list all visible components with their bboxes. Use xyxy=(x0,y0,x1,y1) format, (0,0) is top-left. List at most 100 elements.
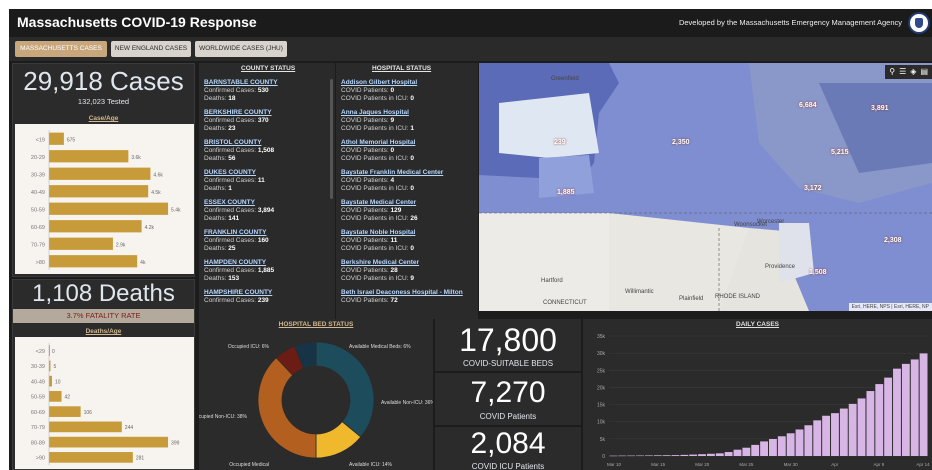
map-region-count[interactable]: 6,684 xyxy=(799,102,817,109)
bar-value-label: 2.9k xyxy=(116,242,126,248)
daily-bar xyxy=(813,420,822,456)
age-bar xyxy=(49,150,129,163)
county-item[interactable]: BRISTOL COUNTY Confirmed Cases: 1,508 Deat… xyxy=(204,139,328,163)
county-name[interactable]: BARNSTABLE COUNTY xyxy=(204,79,328,87)
map-region-count[interactable]: 5,215 xyxy=(831,149,849,156)
hospital-list[interactable]: Addison Gilbert Hospital COVID Patients: … xyxy=(341,79,477,319)
hospital-bed-title: HOSPITAL BED STATUS xyxy=(278,321,354,328)
county-line-2: Deaths: 25 xyxy=(204,245,236,252)
hospital-status-panel: HOSPITAL STATUS Addison Gilbert Hospital… xyxy=(336,63,478,319)
hospital-name[interactable]: Baystate Medical Center xyxy=(341,199,477,207)
hospital-name[interactable]: Beth Israel Deaconess Hospital - Milton xyxy=(341,289,477,297)
y-tick-label: 25k xyxy=(597,368,606,374)
daily-bar xyxy=(777,436,786,456)
hospital-line-1: COVID Patients: 72 xyxy=(341,297,398,304)
hospital-item[interactable]: Baystate Noble Hospital COVID Patients: 1… xyxy=(341,229,477,253)
y-tick-label: 5k xyxy=(600,437,606,443)
hospital-name[interactable]: Baystate Noble Hospital xyxy=(341,229,477,237)
map-place-label: RHODE ISLAND xyxy=(715,294,761,300)
hospital-item[interactable]: Beth Israel Deaconess Hospital - Milton C… xyxy=(341,289,477,305)
hospital-line-1: COVID Patients: 0 xyxy=(341,147,395,154)
donut-label: Available ICU: 14% xyxy=(349,462,393,468)
county-list[interactable]: BARNSTABLE COUNTY Confirmed Cases: 530 Dea… xyxy=(204,79,328,319)
county-name[interactable]: FRANKLIN COUNTY xyxy=(204,229,328,237)
daily-bar xyxy=(769,439,777,456)
daily-bar xyxy=(636,455,644,457)
tab-worldwide-cases[interactable]: WORLDWIDE CASES (JHU) xyxy=(195,41,287,57)
stat-beds-label: COVID-SUITABLE BEDS xyxy=(462,359,554,368)
county-name[interactable]: HAMPDEN COUNTY xyxy=(204,259,328,267)
county-name[interactable]: BERKSHIRE COUNTY xyxy=(204,109,328,117)
bar-value-label: 0 xyxy=(52,349,55,355)
county-item[interactable]: HAMPSHIRE COUNTY Confirmed Cases: 239 xyxy=(204,289,328,305)
bar-value-label: 4.5k xyxy=(151,190,161,196)
tab-massachusetts-cases[interactable]: MASSACHUSETTS CASES xyxy=(15,41,107,57)
bar-value-label: 244 xyxy=(125,425,134,431)
stat-beds-value: 17,800 xyxy=(459,322,557,358)
map-region-count[interactable]: 2,350 xyxy=(672,139,690,146)
hospital-name[interactable]: Anna Jaques Hospital xyxy=(341,109,477,117)
hospital-line-1: COVID Patients: 9 xyxy=(341,117,395,124)
y-tick-label: 20k xyxy=(597,385,606,391)
daily-bar xyxy=(751,444,760,456)
county-item[interactable]: DUKES COUNTY Confirmed Cases: 11 Deaths: 1 xyxy=(204,169,328,193)
county-name[interactable]: BRISTOL COUNTY xyxy=(204,139,328,147)
basemap-icon[interactable]: ▤ xyxy=(920,65,928,79)
map-svg xyxy=(479,63,932,311)
county-item[interactable]: FRANKLIN COUNTY Confirmed Cases: 160 Death… xyxy=(204,229,328,253)
age-label: 20-29 xyxy=(31,155,45,161)
list-icon[interactable]: ☰ xyxy=(899,65,906,79)
hospital-status-title: HOSPITAL STATUS xyxy=(372,65,432,72)
stat-beds-panel: 17,800 COVID-SUITABLE BEDS xyxy=(435,319,581,371)
hospital-line-1: COVID Patients: 11 xyxy=(341,237,398,244)
hospital-line-2: COVID Patients in ICU: 9 xyxy=(341,275,414,282)
county-status-title: COUNTY STATUS xyxy=(241,65,296,72)
map-place-label: Hartford xyxy=(541,278,563,284)
map-region-count[interactable]: 3,172 xyxy=(804,185,822,192)
hospital-item[interactable]: Athol Memorial Hospital COVID Patients: 0… xyxy=(341,139,477,163)
hospital-item[interactable]: Anna Jaques Hospital COVID Patients: 9 COV… xyxy=(341,109,477,133)
county-item[interactable]: HAMPDEN COUNTY Confirmed Cases: 1,885 Deat… xyxy=(204,259,328,283)
hospital-item[interactable]: Addison Gilbert Hospital COVID Patients: … xyxy=(341,79,477,103)
map-region-count[interactable]: 3,891 xyxy=(871,105,889,112)
x-tick-label: Mar 10 xyxy=(607,462,622,467)
county-line-1: Confirmed Cases: 239 xyxy=(204,297,269,304)
county-map[interactable]: Greenfield Worcester Woonsocket Providence H… xyxy=(479,63,932,311)
hospital-item[interactable]: Baystate Medical Center COVID Patients: 1… xyxy=(341,199,477,223)
map-region-count[interactable]: 1,508 xyxy=(809,269,827,276)
hospital-item[interactable]: Berkshire Medical Center COVID Patients: … xyxy=(341,259,477,283)
hospital-line-2: COVID Patients in ICU: 0 xyxy=(341,95,414,102)
stat-patients-panel: 7,270 COVID Patients xyxy=(435,373,581,425)
map-region-count[interactable]: 239 xyxy=(554,139,566,146)
county-name[interactable]: ESSEX COUNTY xyxy=(204,199,328,207)
x-tick-label: Mar 15 xyxy=(651,462,666,467)
county-item[interactable]: ESSEX COUNTY Confirmed Cases: 3,894 Deaths… xyxy=(204,199,328,223)
daily-bar xyxy=(866,391,875,456)
county-item[interactable]: BARNSTABLE COUNTY Confirmed Cases: 530 Dea… xyxy=(204,79,328,103)
county-name[interactable]: DUKES COUNTY xyxy=(204,169,328,177)
map-place-label: Willimantic xyxy=(625,289,654,295)
county-list-scrollbar[interactable] xyxy=(330,79,333,199)
y-tick-label: 35k xyxy=(597,334,606,340)
hospital-name[interactable]: Baystate Franklin Medical Center xyxy=(341,169,477,177)
county-item[interactable]: BERKSHIRE COUNTY Confirmed Cases: 370 Deat… xyxy=(204,109,328,133)
map-place-label: CONNECTICUT xyxy=(543,300,587,306)
hospital-item[interactable]: Baystate Franklin Medical Center COVID Pa… xyxy=(341,169,477,193)
cases-panel: 29,918 Cases 132,023 Tested Case/Age <19… xyxy=(12,63,195,277)
county-name[interactable]: HAMPSHIRE COUNTY xyxy=(204,289,328,297)
hospital-name[interactable]: Berkshire Medical Center xyxy=(341,259,477,267)
hospital-line-2: COVID Patients in ICU: 0 xyxy=(341,185,414,192)
map-region-count[interactable]: 2,308 xyxy=(884,237,902,244)
hospital-name[interactable]: Addison Gilbert Hospital xyxy=(341,79,477,87)
tab-new-england-cases[interactable]: NEW ENGLAND CASES xyxy=(111,41,191,57)
map-region-count[interactable]: 1,885 xyxy=(557,189,575,196)
daily-bar xyxy=(848,403,857,456)
daily-bar xyxy=(662,455,671,456)
layers-icon[interactable]: ◈ xyxy=(910,65,916,79)
hospital-name[interactable]: Athol Memorial Hospital xyxy=(341,139,477,147)
search-icon[interactable]: ⚲ xyxy=(889,65,895,79)
state-seal-logo xyxy=(908,12,930,34)
daily-bar xyxy=(733,449,742,456)
age-label: 80-89 xyxy=(31,440,45,446)
y-tick-label: 10k xyxy=(597,420,606,426)
